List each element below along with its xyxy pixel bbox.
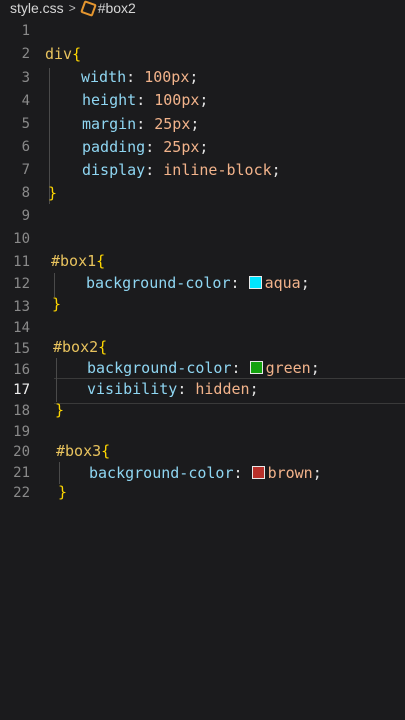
semicolon: ; (312, 464, 322, 482)
semicolon: ; (199, 91, 209, 109)
line-number: 4 (21, 93, 30, 109)
value: 25px (163, 138, 200, 156)
line-number: 10 (13, 231, 30, 247)
color-swatch-icon[interactable] (249, 361, 263, 374)
selector: #box1 (51, 252, 97, 270)
breadcrumb: style.css > #box2 (0, 0, 405, 16)
property: background-color (89, 464, 234, 482)
value: brown (267, 464, 313, 482)
value: 100px (154, 91, 200, 109)
value: aqua (264, 274, 301, 292)
selector: #box3 (56, 442, 102, 460)
property: background-color (86, 274, 231, 292)
line-number: 5 (21, 116, 30, 132)
semicolon: ; (189, 68, 199, 86)
code-line: #box3{ (56, 441, 110, 461)
semicolon: ; (310, 359, 320, 377)
brace: } (48, 184, 58, 202)
colon: : (136, 91, 155, 109)
indent-guide (56, 358, 57, 402)
semicolon: ; (190, 115, 200, 133)
code-line: background-color: aqua; (86, 273, 310, 293)
semicolon: ; (249, 380, 259, 398)
value: inline-block (163, 161, 272, 179)
code-line-active[interactable]: visibility: hidden; (87, 379, 259, 399)
property: display (82, 161, 146, 179)
semicolon: ; (199, 138, 209, 156)
color-swatch-icon[interactable] (248, 276, 262, 289)
colon: : (233, 464, 252, 482)
property: background-color (87, 359, 232, 377)
line-number: 19 (13, 424, 30, 440)
value: 100px (144, 68, 190, 86)
line-number: 16 (13, 362, 30, 378)
value: hidden (195, 380, 250, 398)
code-line: padding: 25px; (82, 137, 208, 157)
property: height (82, 91, 137, 109)
breadcrumb-file[interactable]: style.css (10, 0, 64, 16)
colon: : (231, 359, 250, 377)
code-line: div{ (45, 44, 81, 64)
line-number: 18 (13, 403, 30, 419)
line-number: 1 (21, 23, 30, 39)
property: width (81, 68, 127, 86)
line-number: 8 (21, 185, 30, 201)
line-number: 13 (13, 299, 30, 315)
line-number: 6 (21, 139, 30, 155)
css-selector-icon (81, 1, 94, 14)
colon: : (177, 380, 196, 398)
code-line: background-color: green; (87, 358, 320, 378)
brace: } (55, 401, 65, 419)
brace: } (58, 483, 68, 501)
code-line: #box2{ (53, 337, 107, 357)
property: margin (82, 115, 137, 133)
code-line: background-color: brown; (89, 463, 322, 483)
value: green (265, 359, 311, 377)
brace: { (96, 252, 106, 270)
line-number: 7 (21, 162, 30, 178)
indent-guide (59, 462, 60, 484)
code-line: } (58, 482, 67, 502)
code-line: display: inline-block; (82, 160, 281, 180)
line-number: 11 (13, 254, 30, 270)
code-line: } (48, 183, 57, 203)
line-number: 3 (21, 70, 30, 86)
color-swatch-icon[interactable] (251, 466, 265, 479)
colon: : (145, 161, 164, 179)
brace: { (101, 442, 111, 460)
code-line: width: 100px; (81, 67, 198, 87)
line-number: 14 (13, 320, 30, 336)
line-number: 22 (13, 485, 30, 501)
breadcrumb-separator: > (68, 0, 76, 15)
semicolon: ; (300, 274, 310, 292)
code-line: } (55, 400, 64, 420)
line-number-active: 17 (13, 382, 30, 398)
line-number: 2 (21, 46, 30, 62)
colon: : (230, 274, 249, 292)
breadcrumb-symbol[interactable]: #box2 (98, 0, 136, 16)
code-editor[interactable]: style.css > #box2 1 2 3 4 5 6 7 8 9 10 1… (0, 0, 405, 720)
property: padding (82, 138, 146, 156)
colon: : (145, 138, 164, 156)
code-line: height: 100px; (82, 90, 208, 110)
brace: { (98, 338, 108, 356)
line-number: 15 (13, 341, 30, 357)
value: 25px (154, 115, 191, 133)
colon: : (126, 68, 145, 86)
line-number: 12 (13, 276, 30, 292)
line-number: 20 (13, 444, 30, 460)
brace: } (52, 295, 62, 313)
line-number: 21 (13, 465, 30, 481)
code-line: #box1{ (51, 251, 105, 271)
selector: div (45, 45, 73, 63)
code-line: margin: 25px; (82, 114, 199, 134)
colon: : (136, 115, 155, 133)
selector: #box2 (53, 338, 99, 356)
code-line: } (52, 294, 61, 314)
brace: { (72, 45, 82, 63)
semicolon: ; (271, 161, 281, 179)
line-number: 9 (21, 208, 30, 224)
property: visibility (87, 380, 178, 398)
